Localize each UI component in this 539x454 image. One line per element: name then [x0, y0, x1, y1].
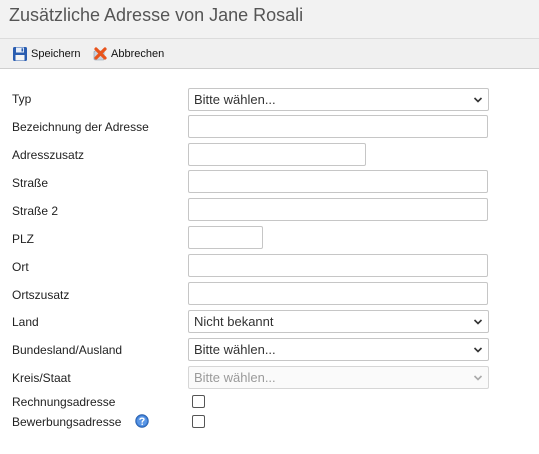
- bezeichnung-label: Bezeichnung der Adresse: [12, 120, 149, 134]
- ort-field[interactable]: [188, 254, 488, 277]
- ortszusatz-field[interactable]: [188, 282, 488, 305]
- land-select[interactable]: Nicht bekannt: [188, 310, 489, 333]
- strasse-field[interactable]: [188, 170, 488, 193]
- bundesland-select-value: Bitte wählen...: [194, 342, 276, 357]
- bundesland-select[interactable]: Bitte wählen...: [188, 338, 489, 361]
- chevron-down-icon: [473, 97, 483, 103]
- save-button-label: Speichern: [31, 47, 81, 60]
- adresszusatz-label: Adresszusatz: [12, 148, 85, 162]
- strasse-label: Straße: [12, 176, 49, 190]
- typ-select[interactable]: Bitte wählen...: [188, 88, 489, 111]
- kreis-label: Kreis/Staat: [12, 371, 71, 385]
- title-bar: Zusätzliche Adresse von Jane Rosali: [0, 0, 539, 39]
- bezeichnung-field[interactable]: [188, 115, 488, 138]
- bewerbungsadresse-label: Bewerbungsadresse: [12, 415, 122, 429]
- kreis-select-value: Bitte wählen...: [194, 370, 276, 385]
- cancel-button[interactable]: Abbrechen: [92, 45, 164, 62]
- page-title: Zusätzliche Adresse von Jane Rosali: [9, 5, 304, 25]
- cancel-button-label: Abbrechen: [111, 47, 165, 60]
- strasse2-label: Straße 2: [12, 204, 59, 218]
- chevron-down-icon: [473, 375, 483, 381]
- rechnungsadresse-checkbox[interactable]: [192, 395, 205, 408]
- ort-label: Ort: [12, 260, 29, 274]
- save-button[interactable]: Speichern: [12, 45, 81, 62]
- typ-select-value: Bitte wählen...: [194, 92, 276, 107]
- typ-label: Typ: [12, 92, 32, 106]
- bewerbungsadresse-checkbox[interactable]: [192, 415, 205, 428]
- help-question-icon[interactable]: [135, 414, 149, 428]
- bundesland-label: Bundesland/Ausland: [12, 343, 123, 357]
- adresszusatz-field[interactable]: [188, 143, 366, 166]
- chevron-down-icon: [473, 319, 483, 325]
- cancel-x-icon: [92, 46, 108, 62]
- land-select-value: Nicht bekannt: [194, 314, 274, 329]
- toolbar: Speichern Abbrechen: [0, 39, 539, 69]
- land-label: Land: [12, 315, 39, 329]
- floppy-disk-icon: [12, 46, 28, 62]
- rechnungsadresse-label: Rechnungsadresse: [12, 395, 116, 409]
- chevron-down-icon: [473, 347, 483, 353]
- kreis-select: Bitte wählen...: [188, 366, 489, 389]
- plz-label: PLZ: [12, 232, 35, 246]
- plz-field[interactable]: [188, 226, 263, 249]
- ortszusatz-label: Ortszusatz: [12, 288, 70, 302]
- strasse2-field[interactable]: [188, 198, 488, 221]
